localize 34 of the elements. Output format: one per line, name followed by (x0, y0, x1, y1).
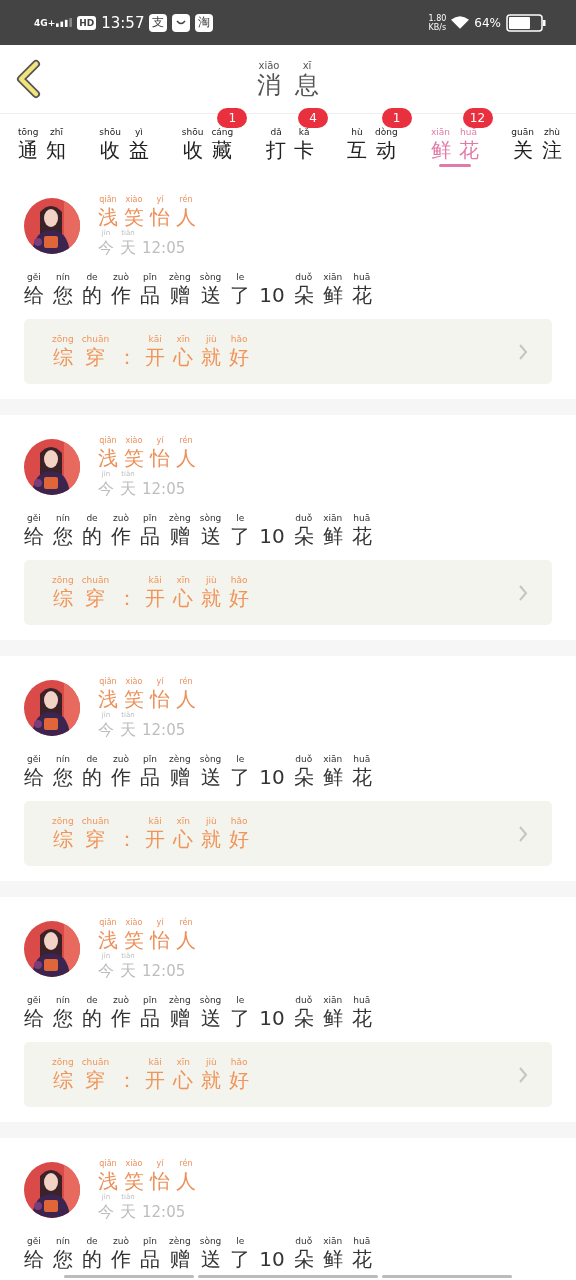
notification-icon: 支 (149, 13, 168, 32)
tab[interactable]: shōu 收 yì 益 (99, 122, 149, 162)
network-speed: 1.80 KB/s (428, 13, 447, 32)
battery-icon (506, 13, 546, 32)
count-badge: 1 (217, 108, 248, 128)
chevron-icon (518, 824, 528, 843)
page-title: xiāo 消 xī 息 (257, 59, 319, 99)
count-badge: 4 (298, 108, 329, 128)
sender-name: qiǎn 浅 xiào 笑 yí 怡 rén 人 (98, 676, 196, 711)
message-text: gěi 给 nín 您 de 的 zuò 作 pǐn 品 zèng 赠 sòng 送 le 了 10 duǒ 朵 xiān 鲜 huā 花 (24, 754, 372, 789)
battery-percent: 64% (474, 15, 501, 30)
chevron-icon (518, 583, 528, 602)
message-text: gěi 给 nín 您 de 的 zuò 作 pǐn 品 zèng 赠 sòng 送 le 了 10 duǒ 朵 xiān 鲜 huā 花 (24, 513, 372, 548)
message-text: gěi 给 nín 您 de 的 zuò 作 pǐn 品 zèng 赠 sòng 送 le 了 10 duǒ 朵 xiān 鲜 huā 花 (24, 272, 372, 307)
hd-badge: HD (77, 15, 97, 30)
chevron-icon (518, 342, 528, 361)
chevron-icon (518, 1065, 528, 1084)
sender-name: qiǎn 浅 xiào 笑 yí 怡 rén 人 (98, 194, 196, 229)
notification-icon: 淘 (195, 13, 214, 32)
tab[interactable]: guān 关 zhù 注 (511, 122, 562, 162)
sender-name: qiǎn 浅 xiào 笑 yí 怡 rén 人 (98, 435, 196, 470)
count-badge: 1 (381, 108, 412, 128)
network-indicator: 4G+ (34, 17, 56, 28)
message-text: gěi 给 nín 您 de 的 zuò 作 pǐn 品 zèng 赠 sòng 送 le 了 10 duǒ 朵 xiān 鲜 huā 花 (24, 1236, 372, 1271)
signal-icon (56, 18, 73, 27)
status-time: 13:57 (101, 13, 145, 32)
tab-indicator (438, 164, 471, 167)
count-badge: 12 (462, 108, 493, 128)
sender-name: qiǎn 浅 xiào 笑 yí 怡 rén 人 (98, 917, 196, 952)
wifi-icon (451, 16, 470, 29)
mail-icon (172, 13, 191, 32)
sender-name: qiǎn 浅 xiào 笑 yí 怡 rén 人 (98, 1158, 196, 1193)
message-text: gěi 给 nín 您 de 的 zuò 作 pǐn 品 zèng 赠 sòng 送 le 了 10 duǒ 朵 xiān 鲜 huā 花 (24, 995, 372, 1030)
tab[interactable]: tōng 通 zhī 知 (18, 122, 67, 162)
